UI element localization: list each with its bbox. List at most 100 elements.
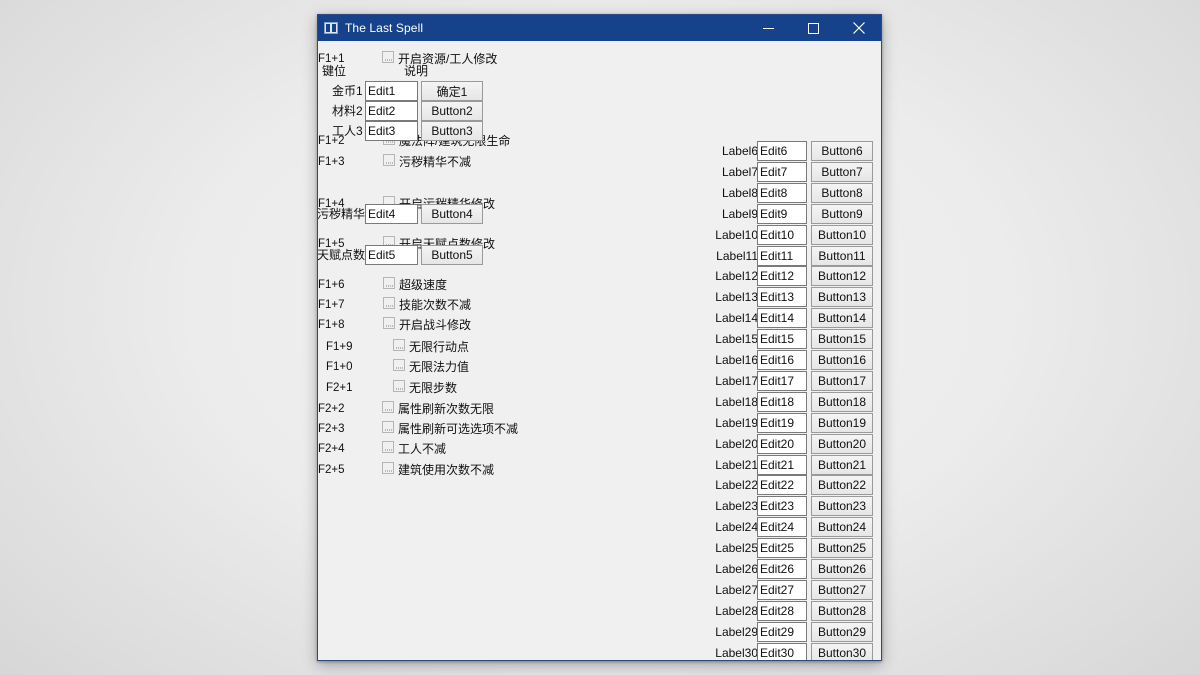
right-field-input[interactable]: Edit19 <box>757 413 807 433</box>
left-field-button[interactable]: Button4 <box>421 204 483 224</box>
right-field-input[interactable]: Edit16 <box>757 350 807 370</box>
cheat-checkbox[interactable] <box>393 359 405 371</box>
right-field-input[interactable]: Edit8 <box>757 183 807 203</box>
right-field-input[interactable]: Edit29 <box>757 622 807 642</box>
cheat-key-label: F1+1 <box>318 53 345 65</box>
right-field-input[interactable]: Edit21 <box>757 455 807 475</box>
left-field-input[interactable]: Edit3 <box>365 121 418 141</box>
left-field-input[interactable]: Edit5 <box>365 245 418 265</box>
right-field-label: Label22 <box>715 478 758 492</box>
cheat-checkbox[interactable] <box>383 154 395 166</box>
title-bar[interactable]: The Last Spell <box>318 15 881 41</box>
right-field-button[interactable]: Button13 <box>811 287 873 307</box>
right-field-input[interactable]: Edit27 <box>757 580 807 600</box>
cheat-key-label: F1+3 <box>318 156 345 168</box>
right-field-button[interactable]: Button11 <box>811 246 873 266</box>
close-icon <box>852 22 865 34</box>
right-field-label: Label7 <box>721 165 758 179</box>
right-field-input[interactable]: Edit17 <box>757 371 807 391</box>
left-field-label: 金币1 <box>332 84 363 98</box>
right-field-button[interactable]: Button22 <box>811 475 873 495</box>
cheat-checkbox[interactable] <box>382 401 394 413</box>
right-field-button[interactable]: Button24 <box>811 517 873 537</box>
right-field-input[interactable]: Edit20 <box>757 434 807 454</box>
right-field-button[interactable]: Button12 <box>811 266 873 286</box>
right-field-input[interactable]: Edit11 <box>757 246 807 266</box>
right-field-input[interactable]: Edit10 <box>757 225 807 245</box>
right-field-button[interactable]: Button27 <box>811 580 873 600</box>
left-field-label: 工人3 <box>332 124 363 138</box>
left-field-button[interactable]: 确定1 <box>421 81 483 101</box>
left-field-button[interactable]: Button5 <box>421 245 483 265</box>
right-field-button[interactable]: Button18 <box>811 392 873 412</box>
right-field-input[interactable]: Edit14 <box>757 308 807 328</box>
right-field-label: Label25 <box>715 541 758 555</box>
right-field-input[interactable]: Edit30 <box>757 643 807 660</box>
left-field-input[interactable]: Edit2 <box>365 101 418 121</box>
right-field-label: Label13 <box>715 290 758 304</box>
right-field-input[interactable]: Edit7 <box>757 162 807 182</box>
right-field-button[interactable]: Button7 <box>811 162 873 182</box>
right-field-button[interactable]: Button20 <box>811 434 873 454</box>
client-area: 键位 说明 F1+1 开启资源/工人修改 F1+2 魔法阵/建筑无限生命 F1+3 污秽精… <box>318 41 881 660</box>
minimize-button[interactable] <box>746 15 791 41</box>
cheat-checkbox[interactable] <box>382 441 394 453</box>
right-field-button[interactable]: Button9 <box>811 204 873 224</box>
right-field-button[interactable]: Button16 <box>811 350 873 370</box>
cheat-key-label: F1+0 <box>326 361 353 373</box>
left-field-button[interactable]: Button2 <box>421 101 483 121</box>
cheat-key-label: F2+2 <box>318 403 345 415</box>
left-field-input[interactable]: Edit4 <box>365 204 418 224</box>
right-field-button[interactable]: Button30 <box>811 643 873 660</box>
right-field-input[interactable]: Edit6 <box>757 141 807 161</box>
right-field-label: Label20 <box>715 437 758 451</box>
left-field-input[interactable]: Edit1 <box>365 81 418 101</box>
right-field-button[interactable]: Button25 <box>811 538 873 558</box>
right-field-button[interactable]: Button6 <box>811 141 873 161</box>
right-field-label: Label26 <box>715 562 758 576</box>
right-field-button[interactable]: Button28 <box>811 601 873 621</box>
right-field-input[interactable]: Edit26 <box>757 559 807 579</box>
right-field-input[interactable]: Edit18 <box>757 392 807 412</box>
right-field-button[interactable]: Button23 <box>811 496 873 516</box>
right-field-button[interactable]: Button21 <box>811 455 873 475</box>
right-field-input[interactable]: Edit13 <box>757 287 807 307</box>
right-field-button[interactable]: Button8 <box>811 183 873 203</box>
cheat-checkbox[interactable] <box>383 277 395 289</box>
right-field-button[interactable]: Button19 <box>811 413 873 433</box>
right-field-input[interactable]: Edit15 <box>757 329 807 349</box>
right-field-input[interactable]: Edit12 <box>757 266 807 286</box>
column-header-desc: 说明 <box>404 64 429 78</box>
maximize-button[interactable] <box>791 15 836 41</box>
right-field-label: Label8 <box>721 186 758 200</box>
right-field-button[interactable]: Button14 <box>811 308 873 328</box>
right-field-label: Label21 <box>715 458 758 472</box>
right-field-button[interactable]: Button10 <box>811 225 873 245</box>
cheat-checkbox[interactable] <box>382 51 394 63</box>
cheat-description-label: 工人不减 <box>398 442 447 456</box>
right-field-input[interactable]: Edit25 <box>757 538 807 558</box>
right-field-input[interactable]: Edit9 <box>757 204 807 224</box>
cheat-checkbox[interactable] <box>382 421 394 433</box>
cheat-checkbox[interactable] <box>393 380 405 392</box>
right-field-input[interactable]: Edit23 <box>757 496 807 516</box>
left-field-button[interactable]: Button3 <box>421 121 483 141</box>
right-field-label: Label17 <box>715 374 758 388</box>
close-button[interactable] <box>836 15 881 41</box>
cheat-checkbox[interactable] <box>383 317 395 329</box>
right-field-button[interactable]: Button29 <box>811 622 873 642</box>
cheat-description-label: 开启资源/工人修改 <box>398 52 498 66</box>
right-field-input[interactable]: Edit28 <box>757 601 807 621</box>
right-field-label: Label23 <box>715 499 758 513</box>
right-field-button[interactable]: Button15 <box>811 329 873 349</box>
right-field-input[interactable]: Edit22 <box>757 475 807 495</box>
right-field-label: Label12 <box>715 269 758 283</box>
right-field-input[interactable]: Edit24 <box>757 517 807 537</box>
right-field-button[interactable]: Button26 <box>811 559 873 579</box>
right-field-button[interactable]: Button17 <box>811 371 873 391</box>
right-field-label: Label24 <box>715 520 758 534</box>
cheat-checkbox[interactable] <box>393 339 405 351</box>
cheat-checkbox[interactable] <box>382 462 394 474</box>
right-field-label: Label10 <box>715 228 758 242</box>
cheat-checkbox[interactable] <box>383 297 395 309</box>
